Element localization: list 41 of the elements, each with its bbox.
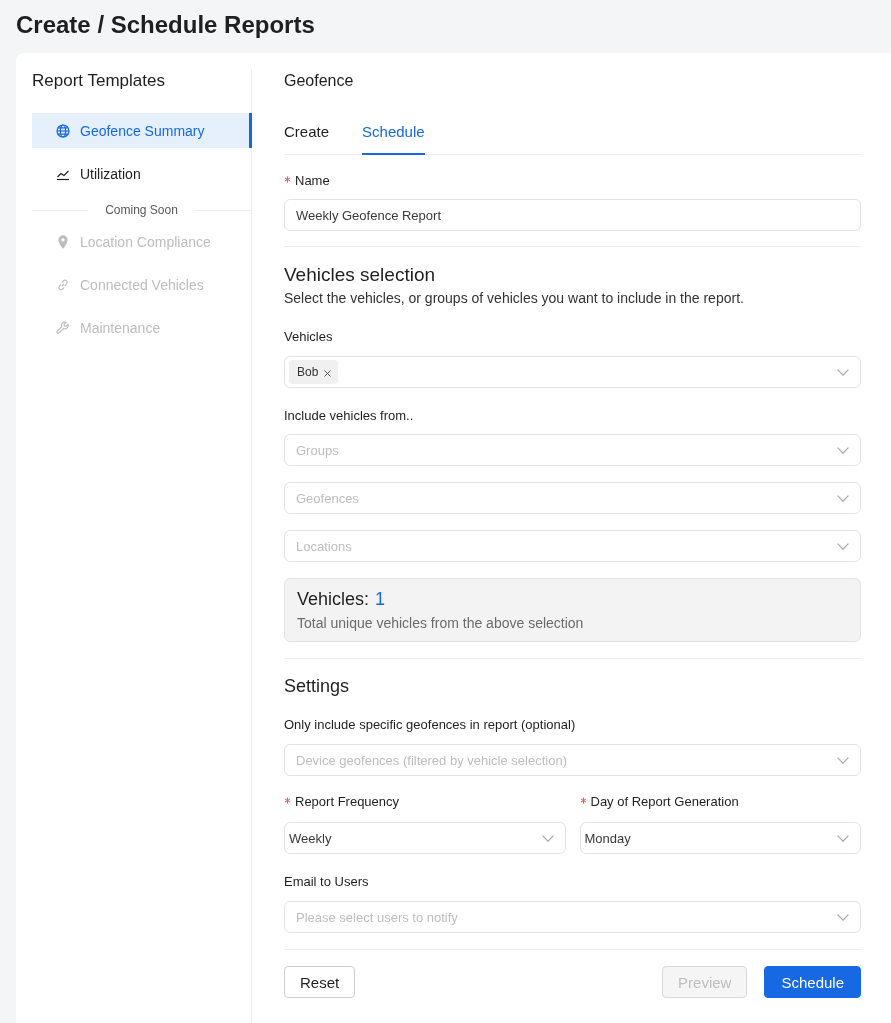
section-title: Settings <box>284 675 351 698</box>
chevron-down-icon[interactable] <box>837 542 849 550</box>
wrench-icon <box>56 320 70 335</box>
panel-title: Geofence <box>284 71 355 91</box>
name-input[interactable]: Weekly Geofence Report <box>284 199 861 231</box>
chevron-down-icon[interactable] <box>837 834 849 842</box>
schedule-button[interactable]: Schedule <box>764 966 861 998</box>
remove-icon[interactable] <box>324 370 332 377</box>
field-label: Include vehicles from.. <box>284 407 414 425</box>
page-title: Create / Schedule Reports <box>15 10 316 40</box>
section-label: Coming Soon <box>105 202 178 218</box>
chevron-down-icon[interactable] <box>837 756 849 764</box>
section-description: Select the vehicles, or groups of vehicles you want to include in the report. <box>284 289 745 308</box>
field-label: Only include specific geofences in report (optional) <box>284 716 576 734</box>
sidebar-item[interactable]: Utilization <box>32 156 252 191</box>
sidebar-title: Report Templates <box>32 70 166 92</box>
map-pin-icon <box>58 234 68 249</box>
summary-label: Vehicles: <box>297 588 370 611</box>
field-label: Vehicles <box>284 328 333 346</box>
chevron-down-icon[interactable] <box>541 834 554 842</box>
summary-note: Total unique vehicles from the above selection <box>297 614 585 633</box>
field-label: Report Frequency <box>295 793 400 811</box>
chevron-down-icon[interactable] <box>837 368 849 376</box>
vehicle-name: Bob <box>297 365 319 379</box>
vehicles-select[interactable]: Bob <box>284 356 861 388</box>
link-icon <box>56 277 70 292</box>
frequency-select[interactable]: Weekly <box>284 822 566 854</box>
chevron-down-icon[interactable] <box>837 494 849 502</box>
globe-icon <box>56 123 70 138</box>
field-label: Day of Report Generation <box>590 793 739 811</box>
reset-button[interactable]: Reset <box>284 966 356 998</box>
section-title: Vehicles selection <box>284 263 437 287</box>
day-select[interactable]: Monday <box>579 822 861 854</box>
tab[interactable]: Create <box>284 121 330 155</box>
sidebar-item[interactable]: Geofence Summary <box>32 113 252 148</box>
chevron-down-icon[interactable] <box>837 446 849 454</box>
tab[interactable]: Schedule <box>362 121 425 155</box>
field-label: Email to Users <box>284 873 369 891</box>
chevron-down-icon[interactable] <box>837 913 849 921</box>
vehicle-count: 1 <box>375 588 386 611</box>
field-label: Name <box>295 172 330 190</box>
